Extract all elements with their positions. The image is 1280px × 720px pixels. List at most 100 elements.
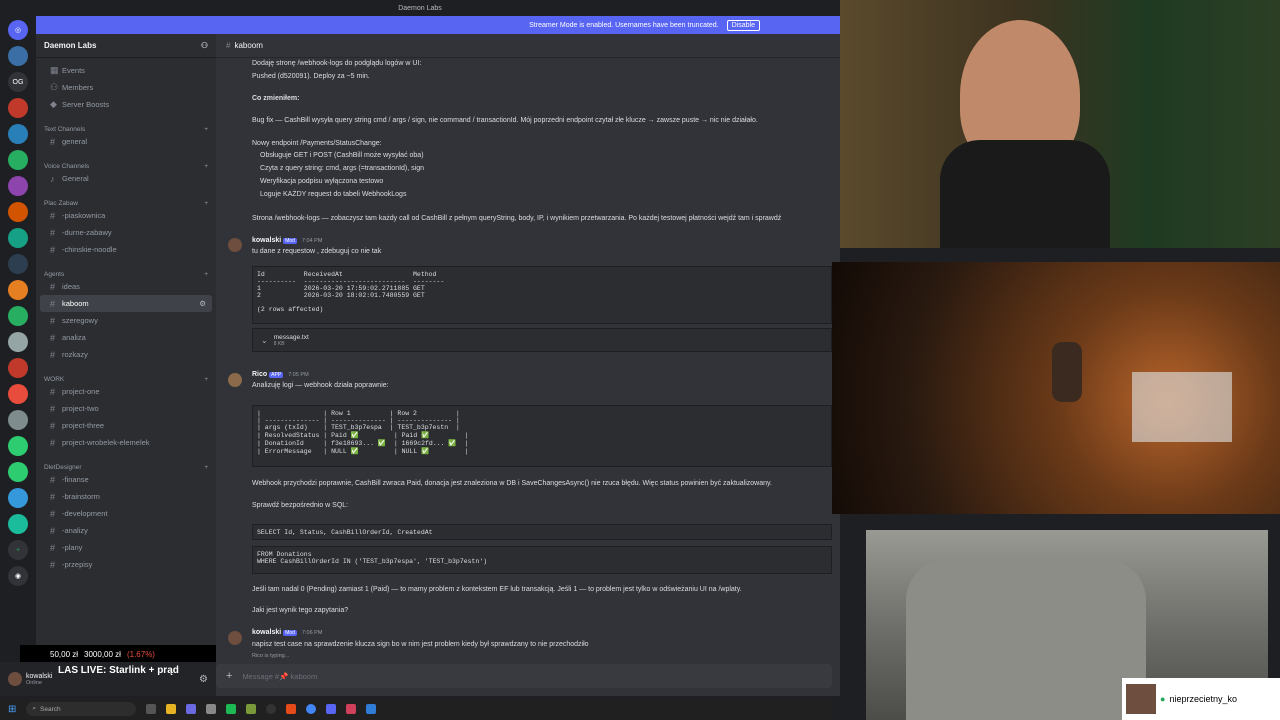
server-icon[interactable] bbox=[8, 254, 28, 274]
stream-title: LAS LIVE: Starlink + prąd bbox=[58, 665, 179, 676]
channel-brainstorm[interactable]: # -brainstorm bbox=[40, 488, 212, 505]
guild-header[interactable]: Daemon Labs ⚇ bbox=[36, 34, 216, 58]
discover-icon[interactable]: ◉ bbox=[8, 566, 28, 586]
vscode-icon[interactable] bbox=[366, 704, 377, 714]
add-channel-icon[interactable]: + bbox=[204, 464, 208, 471]
spotify-icon[interactable] bbox=[226, 704, 237, 714]
add-channel-icon[interactable]: + bbox=[204, 126, 208, 133]
channel-analiza[interactable]: # analiza bbox=[40, 329, 212, 346]
chrome-icon[interactable] bbox=[306, 704, 317, 714]
channel-project-wrobelek[interactable]: # project-wrobelek-elemelek bbox=[40, 434, 212, 451]
channel-kaboom[interactable]: # kaboom ⚙ bbox=[40, 295, 212, 312]
server-icon[interactable] bbox=[8, 488, 28, 508]
hash-icon: # bbox=[50, 349, 56, 360]
chevron-down-icon[interactable]: ⌄ bbox=[261, 336, 268, 345]
server-icon[interactable] bbox=[8, 150, 28, 170]
file-explorer-icon[interactable] bbox=[166, 704, 177, 714]
sidebar-item-server-boosts[interactable]: ◆ Server Boosts bbox=[40, 96, 212, 113]
server-icon[interactable] bbox=[8, 176, 28, 196]
add-server-icon[interactable]: + bbox=[8, 540, 28, 560]
category-text-channels[interactable]: Text Channels + bbox=[36, 117, 216, 133]
server-icon[interactable] bbox=[8, 98, 28, 118]
server-icon[interactable] bbox=[8, 358, 28, 378]
message-line: Analizuję logi — webhook działa poprawni… bbox=[252, 382, 389, 389]
channel-chinskie-noodle[interactable]: # -chinskie-noodle bbox=[40, 241, 212, 258]
discord-icon[interactable] bbox=[326, 704, 337, 714]
app-icon[interactable] bbox=[186, 704, 197, 714]
avatar[interactable] bbox=[228, 238, 242, 252]
channel-rozkazy[interactable]: # rozkazy bbox=[40, 346, 212, 363]
channel-general[interactable]: # general bbox=[40, 133, 212, 150]
server-icon[interactable] bbox=[8, 202, 28, 222]
disable-streamer-mode-button[interactable]: Disable bbox=[726, 19, 760, 31]
app-icon[interactable] bbox=[246, 704, 257, 714]
server-rail: ◎ OG + ◉ bbox=[0, 16, 36, 696]
typing-indicator: Rico is typing... bbox=[252, 653, 290, 659]
category-plac-zabaw[interactable]: Plac Zabaw + bbox=[36, 191, 216, 207]
windows-start-icon[interactable]: ⊞ bbox=[8, 704, 16, 715]
avatar[interactable] bbox=[228, 373, 242, 387]
task-view-icon[interactable] bbox=[146, 704, 157, 714]
obs-icon[interactable] bbox=[266, 704, 277, 714]
settings-icon[interactable]: ⚙ bbox=[199, 299, 206, 308]
server-icon[interactable] bbox=[8, 462, 28, 482]
channel-project-three[interactable]: # project-three bbox=[40, 417, 212, 434]
channel-piaskownica[interactable]: # -piaskownica bbox=[40, 207, 212, 224]
channel-development[interactable]: # -development bbox=[40, 505, 212, 522]
add-member-icon[interactable]: ⚇ bbox=[201, 41, 208, 50]
server-icon[interactable] bbox=[8, 384, 28, 404]
category-agents[interactable]: Agents + bbox=[36, 262, 216, 278]
channel-ideas[interactable]: # ideas bbox=[40, 278, 212, 295]
server-icon[interactable] bbox=[8, 410, 28, 430]
category-work[interactable]: WORK + bbox=[36, 367, 216, 383]
server-icon[interactable] bbox=[8, 306, 28, 326]
discord-home-icon[interactable]: ◎ bbox=[8, 20, 28, 40]
attachment[interactable]: ⌄ message.txt 8 KB bbox=[252, 328, 832, 352]
server-icon[interactable] bbox=[8, 436, 28, 456]
category-voice-channels[interactable]: Voice Channels + bbox=[36, 154, 216, 170]
username[interactable]: kowalski bbox=[252, 237, 281, 244]
message-line: Jeśli tam nadal 0 (Pending) zamiast 1 (P… bbox=[252, 586, 742, 593]
server-icon[interactable] bbox=[8, 46, 28, 66]
channel-szeregowy[interactable]: # szeregowy bbox=[40, 312, 212, 329]
add-channel-icon[interactable]: + bbox=[204, 271, 208, 278]
hash-icon: # bbox=[226, 41, 231, 50]
add-channel-icon[interactable]: + bbox=[204, 200, 208, 207]
server-og[interactable]: OG bbox=[8, 72, 28, 92]
server-icon[interactable] bbox=[8, 514, 28, 534]
sidebar-item-members[interactable]: ⚇ Members bbox=[40, 79, 212, 96]
attachment-name[interactable]: message.txt bbox=[274, 334, 309, 341]
username[interactable]: Rico bbox=[252, 371, 267, 378]
avatar[interactable] bbox=[8, 672, 22, 686]
server-icon[interactable] bbox=[8, 332, 28, 352]
app-icon[interactable] bbox=[346, 704, 357, 714]
add-channel-icon[interactable]: + bbox=[204, 376, 208, 383]
person-figure bbox=[1052, 342, 1082, 402]
message-input[interactable]: Message #📌 kaboom bbox=[242, 672, 317, 681]
channel-finanse[interactable]: # -finanse bbox=[40, 471, 212, 488]
channel-project-two[interactable]: # project-two bbox=[40, 400, 212, 417]
channel-przepisy[interactable]: # -przepisy bbox=[40, 556, 212, 573]
user-settings-icon[interactable]: ⚙ bbox=[199, 674, 208, 685]
channel-analizy[interactable]: # -analizy bbox=[40, 522, 212, 539]
server-icon[interactable] bbox=[8, 124, 28, 144]
channel-durne-zabawy[interactable]: # -durne-zabawy bbox=[40, 224, 212, 241]
voice-channel-general[interactable]: ♪ General bbox=[40, 170, 212, 187]
chat-area: # kaboom Dodaję stronę /webhook-logs do … bbox=[216, 34, 840, 696]
terminal-icon[interactable] bbox=[206, 704, 217, 714]
taskbar-search[interactable]: ⌕ Search bbox=[26, 702, 137, 716]
add-attachment-icon[interactable]: + bbox=[226, 670, 232, 682]
category-dletdesigner[interactable]: DletDesigner + bbox=[36, 455, 216, 471]
message-composer[interactable]: + Message #📌 kaboom bbox=[216, 664, 832, 688]
add-channel-icon[interactable]: + bbox=[204, 163, 208, 170]
timestamp: 7:06 PM bbox=[301, 630, 323, 636]
server-icon[interactable] bbox=[8, 228, 28, 248]
username[interactable]: kowalski bbox=[252, 629, 281, 636]
channel-project-one[interactable]: # project-one bbox=[40, 383, 212, 400]
sidebar-item-events[interactable]: ▦ Events bbox=[40, 62, 212, 79]
channel-plany[interactable]: # -plany bbox=[40, 539, 212, 556]
server-icon[interactable] bbox=[8, 280, 28, 300]
avatar[interactable] bbox=[228, 631, 242, 645]
app-icon[interactable] bbox=[286, 704, 297, 714]
monitor-glow bbox=[1132, 372, 1232, 442]
